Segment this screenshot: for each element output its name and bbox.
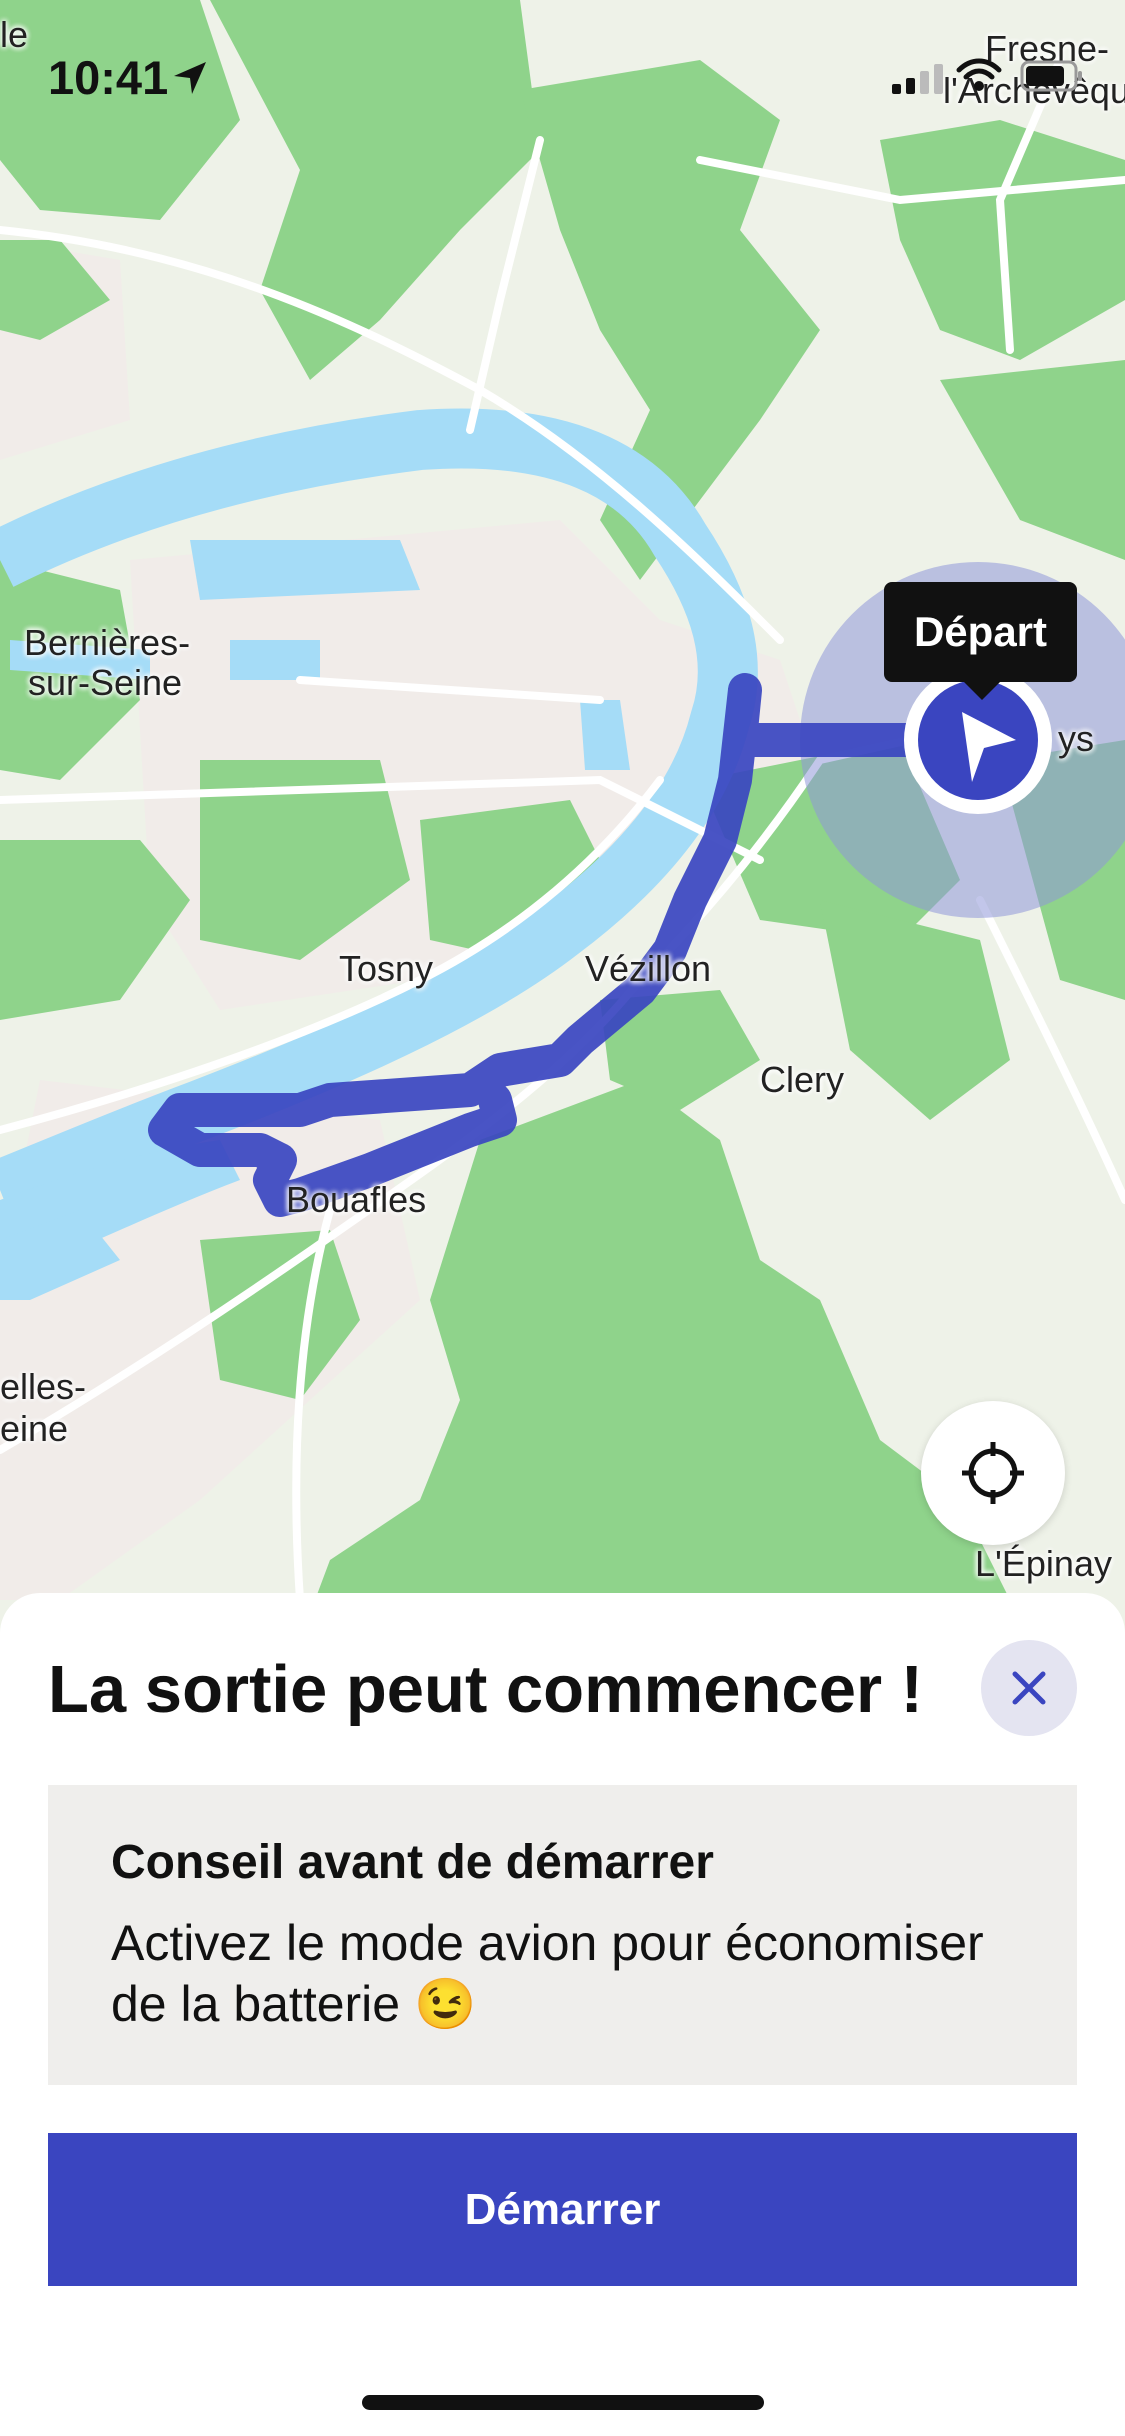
wifi-icon	[956, 58, 1002, 91]
start-tooltip: Départ	[884, 582, 1077, 700]
map-label-epinay: L'Épinay	[975, 1543, 1112, 1584]
map-label-tosny: Tosny	[339, 948, 434, 989]
map-label-andelys: ys	[1058, 718, 1094, 759]
map-label-clery: Clery	[760, 1059, 845, 1100]
tip-body: Activez le mode avion pour économiser de…	[111, 1915, 984, 2032]
recenter-button[interactable]	[921, 1401, 1065, 1545]
route-map[interactable]	[0, 0, 1125, 1640]
close-icon	[1012, 1671, 1046, 1705]
cellular-signal-icon	[892, 64, 943, 94]
map-label-bernieres: Bernières-	[24, 622, 191, 663]
status-time: 10:41	[48, 51, 169, 104]
tip-card: Conseil avant de démarrer Activez le mod…	[48, 1785, 1077, 2085]
battery-icon	[1020, 60, 1082, 92]
tip-title: Conseil avant de démarrer	[111, 1836, 714, 1889]
home-indicator	[362, 2395, 764, 2410]
location-arrow-icon	[174, 62, 206, 94]
start-sheet: La sortie peut commencer ! Conseil avant…	[0, 1593, 1125, 2436]
sheet-title: La sortie peut commencer !	[48, 1652, 923, 1727]
status-bar: 10:41	[0, 0, 1125, 140]
map-label-bernieres-2: sur-Seine	[28, 662, 183, 703]
map-label-eine: eine	[0, 1408, 69, 1449]
close-button[interactable]	[981, 1640, 1077, 1736]
map-label-elles: elles-	[0, 1366, 87, 1407]
start-button[interactable]: Démarrer	[48, 2133, 1077, 2286]
map-label-bouafles: Bouafles	[286, 1179, 427, 1220]
map-label-vezillon: Vézillon	[585, 948, 712, 989]
crosshair-icon	[962, 1442, 1024, 1504]
